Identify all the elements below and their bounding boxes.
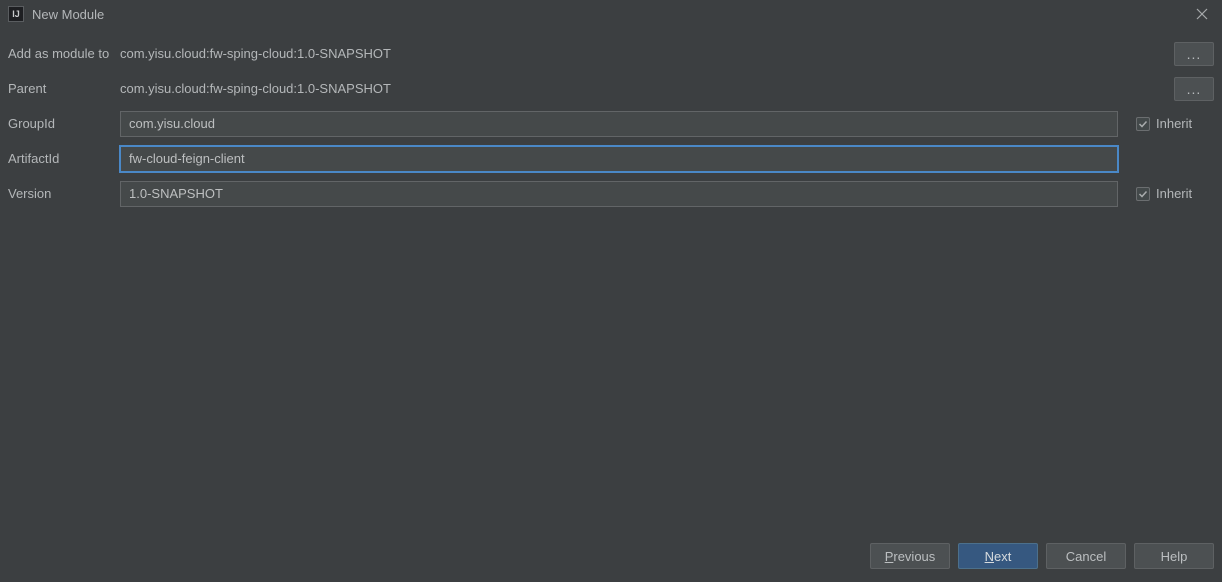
cancel-button[interactable]: Cancel [1046,543,1126,569]
browse-module-button[interactable]: ... [1174,42,1214,66]
row-groupid: GroupId Inherit [8,106,1214,141]
groupid-label: GroupId [8,116,120,131]
close-icon [1196,8,1208,20]
check-icon [1138,189,1148,199]
help-button[interactable]: Help [1134,543,1214,569]
window-title: New Module [32,7,104,22]
browse-parent-button[interactable]: ... [1174,77,1214,101]
close-button[interactable] [1190,2,1214,26]
previous-button[interactable]: Previous [870,543,950,569]
groupid-input[interactable] [120,111,1118,137]
version-inherit-checkbox[interactable] [1136,187,1150,201]
groupid-inherit[interactable]: Inherit [1136,116,1214,131]
groupid-inherit-label: Inherit [1156,116,1192,131]
titlebar: IJ New Module [0,0,1222,28]
parent-value: com.yisu.cloud:fw-sping-cloud:1.0-SNAPSH… [120,81,1156,96]
next-button[interactable]: Next [958,543,1038,569]
row-parent: Parent com.yisu.cloud:fw-sping-cloud:1.0… [8,71,1214,106]
form-area: Add as module to com.yisu.cloud:fw-sping… [0,28,1222,211]
version-input[interactable] [120,181,1118,207]
version-inherit[interactable]: Inherit [1136,186,1214,201]
row-version: Version Inherit [8,176,1214,211]
row-artifactid: ArtifactId [8,141,1214,176]
check-icon [1138,119,1148,129]
artifactid-input[interactable] [120,146,1118,172]
row-add-as-module: Add as module to com.yisu.cloud:fw-sping… [8,36,1214,71]
artifactid-label: ArtifactId [8,151,120,166]
button-bar: Previous Next Cancel Help [0,540,1222,582]
app-icon: IJ [8,6,24,22]
groupid-inherit-checkbox[interactable] [1136,117,1150,131]
version-inherit-label: Inherit [1156,186,1192,201]
parent-label: Parent [8,81,120,96]
add-as-module-value: com.yisu.cloud:fw-sping-cloud:1.0-SNAPSH… [120,46,1156,61]
version-label: Version [8,186,120,201]
add-as-module-label: Add as module to [8,46,120,61]
